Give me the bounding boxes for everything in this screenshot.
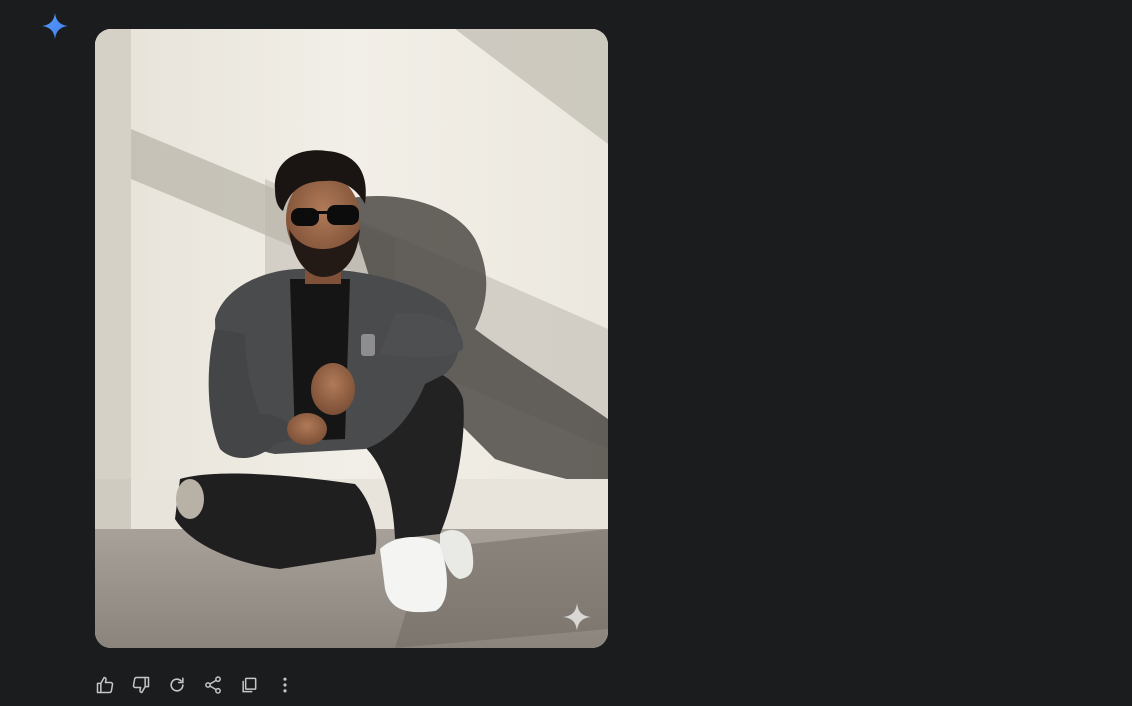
- chat-page: [0, 0, 1132, 706]
- more-options-button[interactable]: [267, 667, 303, 703]
- thumbs-down-button[interactable]: [123, 667, 159, 703]
- regenerate-button[interactable]: [159, 667, 195, 703]
- thumbs-up-icon: [96, 676, 114, 694]
- copy-icon: [242, 677, 257, 693]
- response-actions-toolbar: [87, 667, 303, 703]
- more-vertical-icon: [283, 677, 287, 693]
- generated-image[interactable]: [95, 29, 608, 648]
- copy-button[interactable]: [231, 667, 267, 703]
- gemini-sparkle-icon: [42, 13, 68, 39]
- thumbs-down-icon: [132, 676, 150, 694]
- regenerate-icon: [170, 677, 184, 692]
- share-icon: [205, 676, 221, 694]
- sparkle-watermark-icon: [563, 603, 591, 631]
- share-button[interactable]: [195, 667, 231, 703]
- thumbs-up-button[interactable]: [87, 667, 123, 703]
- portrait-photo: [95, 29, 608, 648]
